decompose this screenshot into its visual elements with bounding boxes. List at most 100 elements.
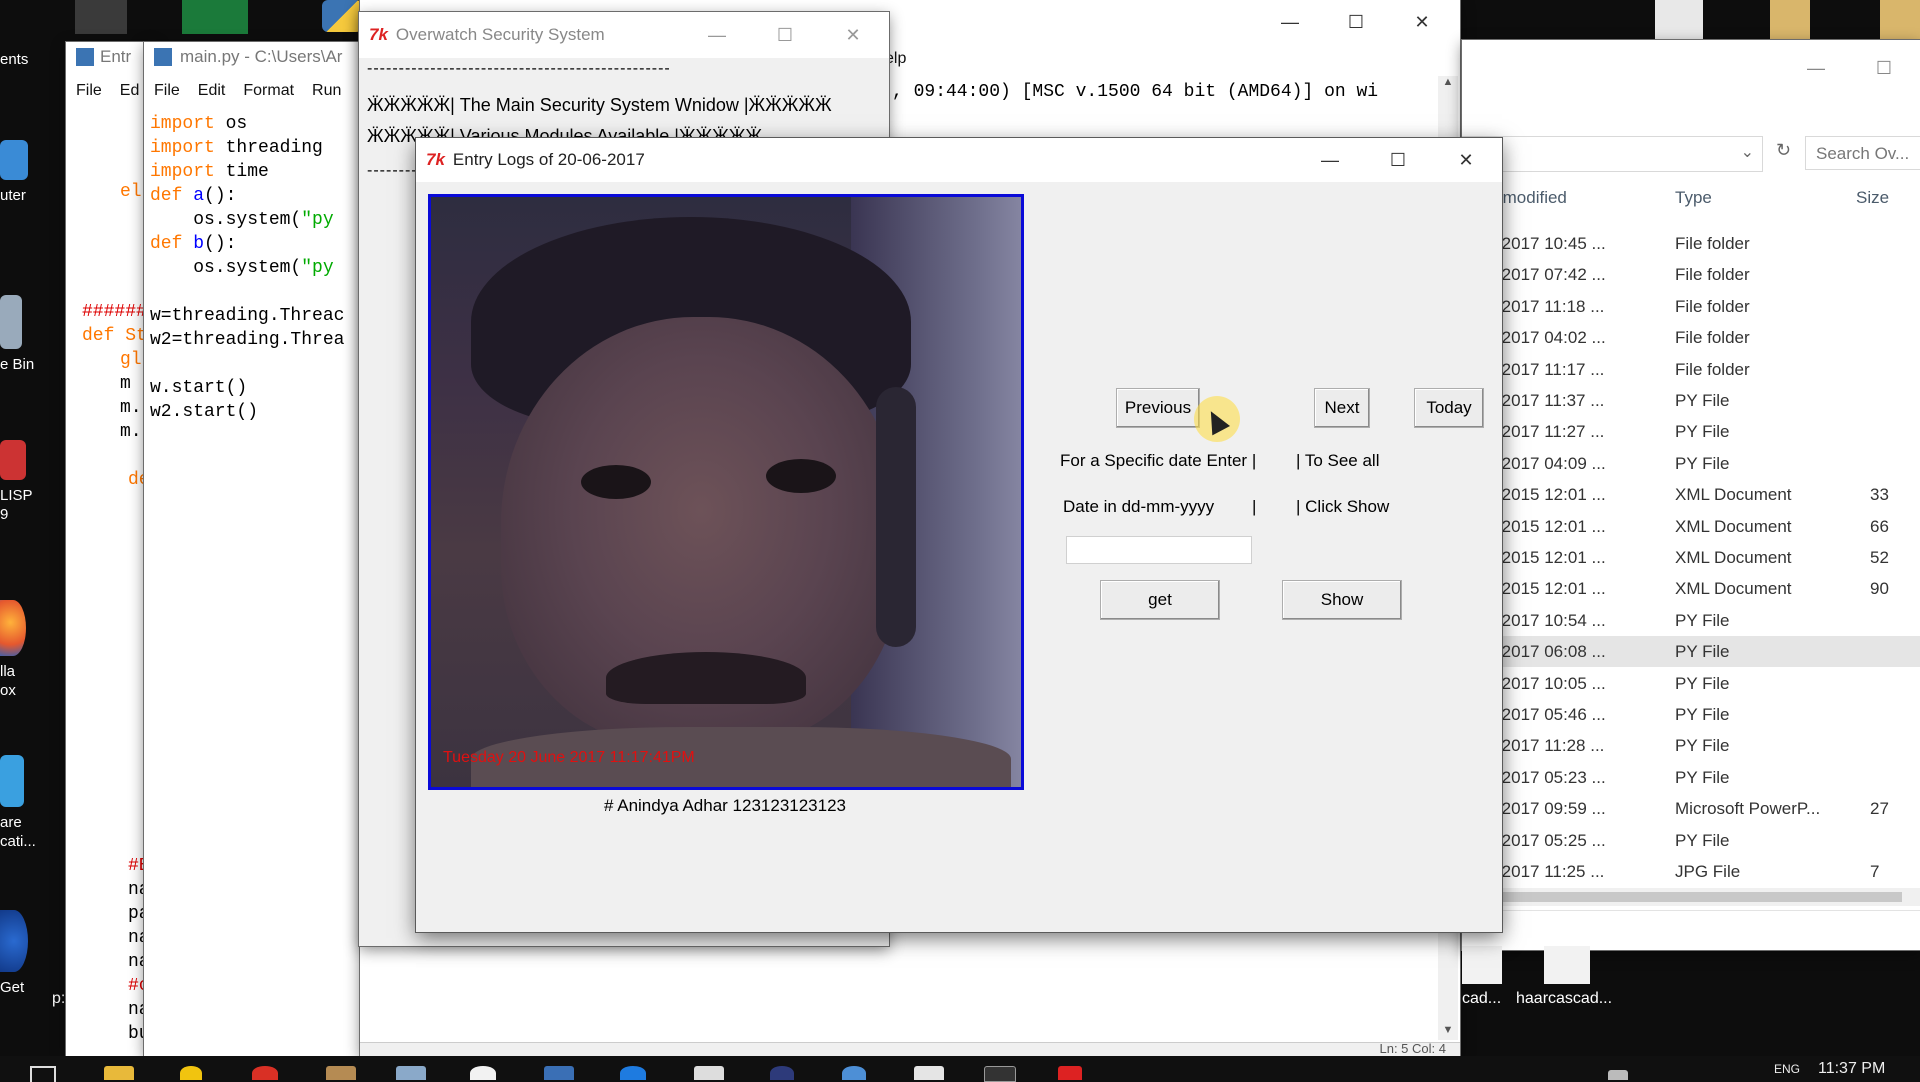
desktop-icon-firefox[interactable]: lla ox (0, 600, 60, 700)
desktop-top-thumbnail-2[interactable] (182, 0, 248, 34)
address-bar[interactable]: ⌄ (1462, 136, 1763, 172)
file-explorer-window[interactable]: — ☐ ⌄ ↻ Search Ov... Date modified Type … (1462, 40, 1920, 950)
scroll-down-icon[interactable]: ▼ (1438, 1024, 1458, 1036)
taskbar-chrome-icon[interactable] (252, 1066, 278, 1080)
scrollbar-thumb[interactable] (1462, 892, 1902, 902)
top-right-file-2[interactable] (1770, 0, 1810, 40)
file-type: File folder (1675, 265, 1750, 285)
tray-network-icon[interactable] (1608, 1070, 1628, 1080)
refresh-icon[interactable]: ↻ (1776, 140, 1791, 161)
file-row[interactable]: 0-06-2017 05:23 ... PY File (1462, 762, 1920, 793)
file-row[interactable]: 0-06-2017 09:59 ... Microsoft PowerP... 27 (1462, 793, 1920, 824)
file-row[interactable]: 0-06-2017 10:54 ... PY File (1462, 605, 1920, 636)
taskbar-app-icon-8[interactable] (770, 1066, 794, 1080)
menu-file[interactable]: File (154, 82, 180, 100)
desktop-icon-computer[interactable]: uter (0, 140, 60, 205)
chevron-down-icon[interactable]: ⌄ (1741, 142, 1754, 162)
desktop-icon-lisp[interactable]: LISP 9 (0, 440, 60, 524)
desktop-icon-recycle-bin[interactable]: e Bin (0, 295, 60, 374)
minimize-button[interactable]: — (1784, 50, 1848, 86)
minimize-button[interactable]: — (1298, 142, 1362, 178)
next-button[interactable]: Next (1314, 388, 1370, 428)
minimize-button[interactable]: — (685, 17, 749, 53)
taskbar-app-icon-3[interactable] (396, 1066, 426, 1080)
close-button[interactable]: ✕ (821, 17, 885, 53)
desktop-icon-get[interactable]: Get (0, 910, 60, 997)
today-button[interactable]: Today (1414, 388, 1484, 428)
thumbnail-label-1[interactable]: cad... (1462, 990, 1501, 1008)
taskbar-app-icon-9[interactable] (842, 1066, 866, 1080)
date-input[interactable] (1066, 536, 1252, 564)
file-row[interactable]: 5-01-2015 12:01 ... XML Document 33 (1462, 479, 1920, 510)
idle-back-window[interactable]: Entr File Ed el ###### def St gl m m. m.… (66, 42, 156, 1056)
idle-main-titlebar[interactable]: main.py - C:\Users\Ar (144, 42, 374, 72)
file-row[interactable]: 5-01-2015 12:01 ... XML Document 66 (1462, 511, 1920, 542)
file-row[interactable]: 0-06-2017 11:25 ... JPG File 7 (1462, 856, 1920, 887)
taskbar-app-icon-6[interactable] (620, 1066, 646, 1080)
file-row[interactable]: 0-06-2017 06:08 ... PY File (1462, 636, 1920, 668)
menu-format[interactable]: Format (243, 82, 294, 100)
taskbar-explorer-icon[interactable] (104, 1066, 134, 1080)
explorer-hscrollbar[interactable] (1462, 888, 1920, 906)
file-row[interactable]: 5-01-2015 12:01 ... XML Document 52 (1462, 542, 1920, 573)
taskbar-app-icon-12[interactable] (1058, 1066, 1082, 1080)
menu-file[interactable]: File (76, 82, 102, 100)
search-input[interactable]: Search Ov... (1805, 136, 1920, 170)
file-row[interactable]: 5-01-2015 12:01 ... XML Document 90 (1462, 573, 1920, 604)
python-icon[interactable] (322, 0, 362, 32)
maximize-button[interactable]: ☐ (1324, 4, 1388, 40)
file-row[interactable]: 0-06-2017 11:28 ... PY File (1462, 730, 1920, 761)
overwatch-titlebar[interactable]: 7k Overwatch Security System — ☐ ✕ (359, 12, 889, 58)
file-row[interactable]: 0-06-2017 10:05 ... PY File (1462, 668, 1920, 699)
column-size[interactable]: Size (1856, 188, 1889, 208)
file-row[interactable]: 0-06-2017 11:17 ... File folder (1462, 354, 1920, 385)
file-row[interactable]: 0-06-2017 11:18 ... File folder (1462, 291, 1920, 322)
file-row[interactable]: 0-06-2017 05:25 ... PY File (1462, 825, 1920, 856)
file-row[interactable]: 0-06-2017 04:09 ... PY File (1462, 448, 1920, 479)
entry-logs-titlebar[interactable]: 7k Entry Logs of 20-06-2017 — ☐ ✕ (416, 138, 1502, 182)
desktop-icon-label: e Bin (0, 356, 35, 373)
get-button[interactable]: get (1100, 580, 1220, 620)
maximize-button[interactable]: ☐ (1366, 142, 1430, 178)
taskbar-app-icon-4[interactable] (470, 1066, 496, 1080)
maximize-button[interactable]: ☐ (753, 17, 817, 53)
scroll-up-icon[interactable]: ▲ (1438, 76, 1458, 88)
file-row[interactable]: 0-06-2017 05:46 ... PY File (1462, 699, 1920, 730)
menu-run[interactable]: Run (312, 82, 341, 100)
top-right-file-3[interactable] (1880, 0, 1920, 40)
file-row[interactable]: 9-06-2017 07:42 ... File folder (1462, 259, 1920, 290)
minimize-button[interactable]: — (1258, 4, 1322, 40)
menu-edit[interactable]: Ed (120, 82, 140, 100)
taskbar-app-icon-2[interactable] (326, 1066, 356, 1080)
desktop-top-thumbnail-1[interactable] (75, 0, 127, 34)
desktop-icon-documents[interactable]: ents (0, 50, 60, 69)
taskbar-clock[interactable]: 11:37 PM (1818, 1060, 1885, 1078)
taskbar-app-icon-7[interactable] (694, 1066, 724, 1080)
code-editor[interactable]: import os import threading import time def … (150, 112, 344, 424)
thumbnail-label-2[interactable]: haarcascad... (1516, 990, 1612, 1008)
top-right-file-1[interactable] (1655, 0, 1703, 40)
file-row[interactable]: 0-06-2017 04:02 ... File folder (1462, 322, 1920, 353)
file-row[interactable]: 0-06-2017 10:45 ... File folder (1462, 228, 1920, 259)
maximize-button[interactable]: ☐ (1852, 50, 1916, 86)
file-row[interactable]: 0-06-2017 11:37 ... PY File (1462, 385, 1920, 416)
idle-back-code[interactable]: el ###### def St gl m m. m. de #E na pa … (74, 110, 150, 1044)
taskbar-app-icon-10[interactable] (914, 1066, 944, 1080)
desktop-icon-software[interactable]: are cati... (0, 755, 60, 851)
tray-language[interactable]: ENG (1774, 1062, 1800, 1076)
show-button[interactable]: Show (1282, 580, 1402, 620)
idle-main-window[interactable]: main.py - C:\Users\Ar File Edit Format R… (144, 42, 374, 1056)
previous-button[interactable]: Previous (1116, 388, 1200, 428)
idle-back-titlebar[interactable]: Entr (66, 42, 156, 72)
explorer-titlebar[interactable]: — ☐ (1462, 40, 1920, 90)
thumbnail-2[interactable] (1544, 946, 1590, 984)
entry-logs-window[interactable]: 7k Entry Logs of 20-06-2017 — ☐ ✕ Tuesda… (416, 138, 1502, 932)
taskbar-app-icon-5[interactable] (544, 1066, 574, 1080)
menu-edit[interactable]: Edit (198, 82, 226, 100)
file-row[interactable]: 0-06-2017 11:27 ... PY File (1462, 416, 1920, 447)
thumbnail-1[interactable] (1462, 946, 1502, 984)
close-button[interactable]: ✕ (1390, 4, 1454, 40)
close-button[interactable]: ✕ (1434, 142, 1498, 178)
column-type[interactable]: Type (1675, 188, 1712, 208)
taskbar-app-icon-1[interactable] (180, 1066, 202, 1080)
